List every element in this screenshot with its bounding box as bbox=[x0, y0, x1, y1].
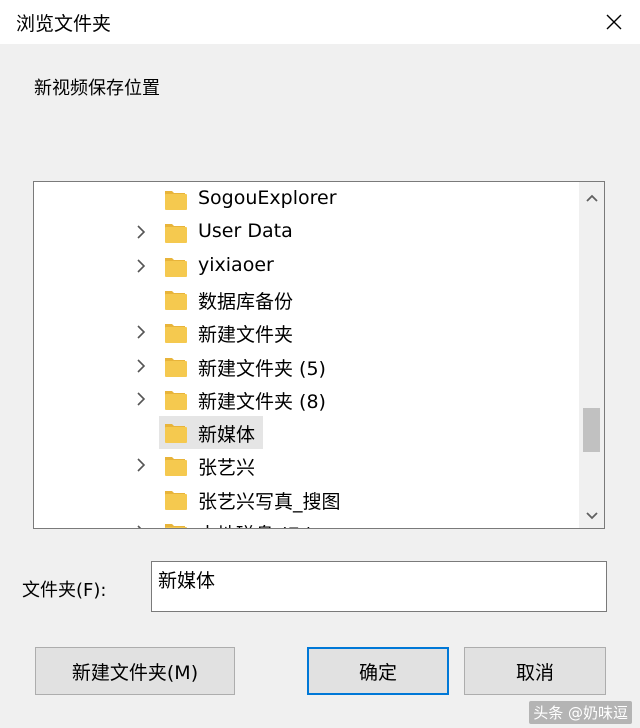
folder-icon bbox=[165, 290, 187, 310]
chevron-right-icon[interactable] bbox=[134, 524, 148, 529]
title-bar: 浏览文件夹 bbox=[0, 0, 640, 44]
folder-tree[interactable]: SogouExplorer User Data yixiaoer 数据库备份新建文件夹… bbox=[33, 181, 605, 529]
tree-item-label: 数据库备份 bbox=[198, 290, 294, 313]
folder-icon bbox=[165, 524, 187, 528]
chevron-right-icon[interactable] bbox=[134, 457, 148, 473]
tree-scrollbar[interactable] bbox=[579, 182, 604, 528]
folder-icon bbox=[165, 224, 187, 244]
folder-icon bbox=[165, 357, 187, 377]
ok-button[interactable]: 确定 bbox=[307, 647, 449, 695]
cancel-button[interactable]: 取消 bbox=[464, 647, 606, 695]
tree-item-label: 张艺兴 bbox=[198, 457, 256, 480]
chevron-right-icon[interactable] bbox=[134, 391, 148, 407]
tree-item[interactable]: 本地磁盘 (E:) bbox=[34, 516, 579, 529]
chevron-down-icon bbox=[585, 512, 598, 520]
tree-item-label: User Data bbox=[198, 220, 293, 243]
tree-item-label: 新媒体 bbox=[198, 424, 256, 447]
tree-item[interactable]: 张艺兴写真_搜图 bbox=[34, 483, 579, 516]
folder-icon bbox=[165, 457, 187, 477]
dialog-prompt: 新视频保存位置 bbox=[34, 78, 160, 99]
new-folder-button[interactable]: 新建文件夹(M) bbox=[35, 647, 235, 695]
tree-item[interactable]: User Data bbox=[34, 216, 579, 249]
tree-item-label: 新建文件夹 (8) bbox=[198, 390, 326, 413]
tree-item-label: yixiaoer bbox=[198, 253, 274, 276]
folder-label: 文件夹(F): bbox=[22, 580, 107, 601]
close-button[interactable] bbox=[596, 4, 632, 40]
chevron-right-icon[interactable] bbox=[134, 358, 148, 374]
folder-icon bbox=[165, 490, 187, 510]
folder-icon bbox=[165, 324, 187, 344]
watermark: 头条 @奶味逗 bbox=[529, 701, 632, 724]
chevron-up-icon bbox=[585, 194, 598, 202]
folder-icon bbox=[165, 424, 187, 444]
scroll-up-button[interactable] bbox=[579, 186, 604, 210]
scroll-thumb[interactable] bbox=[583, 408, 600, 452]
tree-item[interactable]: 新建文件夹 (8) bbox=[34, 383, 579, 416]
tree-item-label: 本地磁盘 (E:) bbox=[198, 520, 313, 528]
tree-list: SogouExplorer User Data yixiaoer 数据库备份新建文件夹… bbox=[34, 182, 579, 528]
tree-item[interactable]: SogouExplorer bbox=[34, 183, 579, 216]
window-title: 浏览文件夹 bbox=[16, 13, 112, 35]
tree-item[interactable]: 张艺兴 bbox=[34, 449, 579, 482]
folder-icon bbox=[165, 390, 187, 410]
tree-item-label: SogouExplorer bbox=[198, 187, 337, 209]
folder-icon bbox=[165, 191, 187, 210]
folder-field[interactable]: 新媒体 bbox=[151, 561, 607, 612]
tree-item-label: 新建文件夹 bbox=[198, 324, 294, 347]
tree-item-label: 新建文件夹 (5) bbox=[198, 357, 326, 380]
tree-item[interactable]: 新媒体 bbox=[34, 416, 579, 450]
tree-item[interactable]: 数据库备份 bbox=[34, 283, 579, 316]
chevron-right-icon[interactable] bbox=[134, 324, 148, 340]
scroll-down-button[interactable] bbox=[579, 504, 604, 528]
chevron-right-icon[interactable] bbox=[134, 258, 148, 274]
tree-item[interactable]: 新建文件夹 (5) bbox=[34, 350, 579, 383]
folder-icon bbox=[165, 257, 187, 277]
tree-item[interactable]: yixiaoer bbox=[34, 250, 579, 283]
tree-item[interactable]: 新建文件夹 bbox=[34, 316, 579, 349]
close-icon bbox=[606, 14, 622, 30]
tree-item-label: 张艺兴写真_搜图 bbox=[198, 490, 341, 513]
chevron-right-icon[interactable] bbox=[134, 224, 148, 240]
